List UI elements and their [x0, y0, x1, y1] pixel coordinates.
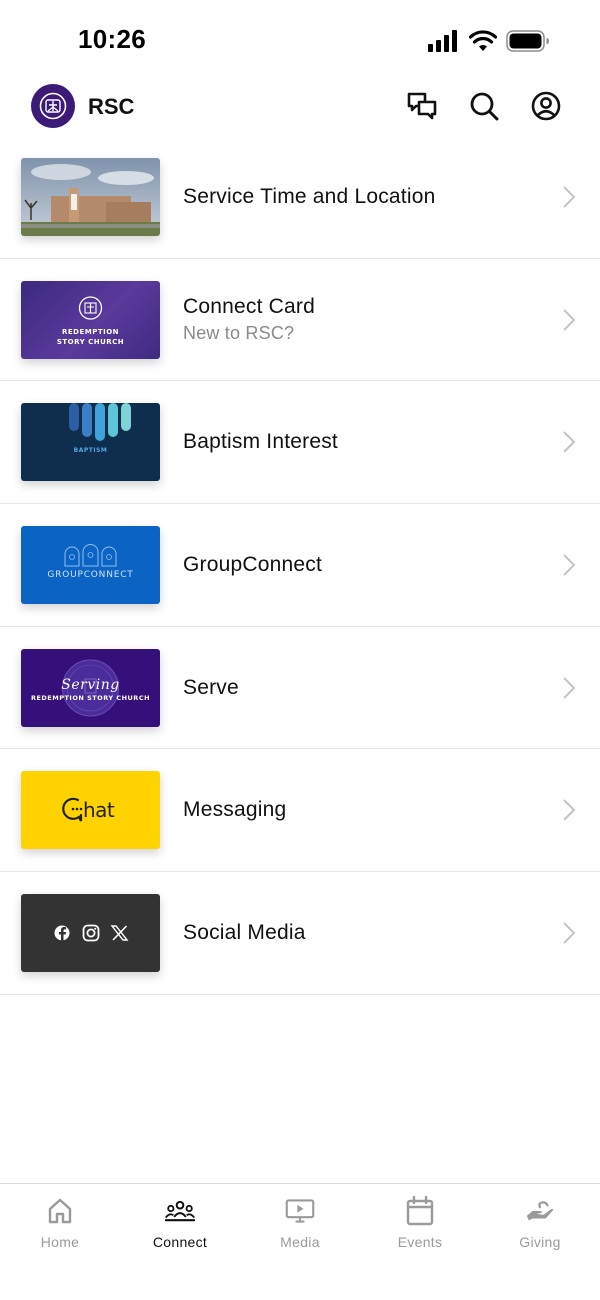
thumbnail-script-text: Serving: [61, 676, 120, 693]
tab-label: Giving: [519, 1234, 561, 1250]
facebook-icon: [54, 925, 70, 941]
list-item-text: GroupConnect: [183, 504, 322, 626]
wifi-icon: [469, 30, 497, 51]
list-item-title: Service Time and Location: [183, 184, 436, 208]
list-item-text: Connect Card New to RSC?: [183, 259, 315, 381]
chevron-right-icon: [563, 922, 576, 944]
list-item-text: Messaging: [183, 749, 286, 871]
list-item-title: GroupConnect: [183, 552, 322, 576]
list-item-title: Baptism Interest: [183, 430, 338, 454]
list-item-text: Serve: [183, 627, 239, 749]
monitor-play-icon: [285, 1196, 315, 1226]
list-item-social-media[interactable]: Social Media: [0, 872, 600, 995]
thumbnail-text: GROUPCONNECT: [47, 570, 134, 581]
list-item-messaging[interactable]: hat Messaging: [0, 749, 600, 873]
header-actions: [406, 90, 562, 122]
baptism-thumbnail: BAPTISM: [21, 403, 160, 482]
thumbnail-text: REDEMPTION STORY CHURCH: [56, 327, 125, 346]
tab-bar: Home Connect Media Events Giving: [0, 1183, 600, 1300]
tab-events[interactable]: Events: [360, 1184, 480, 1300]
app-header: RSC: [0, 80, 600, 136]
list-item-baptism-interest[interactable]: BAPTISM Baptism Interest: [0, 381, 600, 505]
list-item-text: Social Media: [183, 872, 306, 994]
list-item-title: Serve: [183, 675, 239, 699]
search-icon: [470, 92, 499, 121]
tab-label: Media: [280, 1234, 320, 1250]
list-item-text: Service Time and Location: [183, 136, 435, 258]
messages-button[interactable]: [406, 90, 438, 122]
list-item-title: Connect Card: [183, 295, 315, 319]
tab-home[interactable]: Home: [0, 1184, 120, 1300]
cellular-signal-icon: [428, 30, 457, 52]
list-item-title: Messaging: [183, 798, 287, 822]
giving-hand-icon: [525, 1196, 555, 1226]
list-item-service-time[interactable]: Service Time and Location: [0, 136, 600, 259]
chat-bubbles-icon: [407, 92, 437, 120]
thumbnail-text: REDEMPTION STORY CHURCH: [30, 693, 151, 702]
chevron-right-icon: [563, 431, 576, 453]
chevron-right-icon: [563, 186, 576, 208]
thumbnail-text: BAPTISM: [73, 447, 108, 455]
tab-label: Events: [397, 1234, 443, 1250]
tab-connect[interactable]: Connect: [120, 1184, 240, 1300]
search-button[interactable]: [468, 90, 500, 122]
chevron-right-icon: [563, 799, 576, 821]
list-item-subtitle: New to RSC?: [183, 323, 295, 344]
instagram-icon: [82, 924, 100, 942]
tab-media[interactable]: Media: [240, 1184, 360, 1300]
list-item-title: Social Media: [183, 920, 306, 944]
social-media-thumbnail: [21, 894, 160, 973]
church-logo-icon[interactable]: [31, 84, 75, 128]
people-group-icon: [165, 1196, 195, 1226]
thumbnail-text: hat: [83, 798, 115, 823]
tab-giving[interactable]: Giving: [480, 1184, 600, 1300]
status-bar: 10:26: [0, 0, 600, 80]
chevron-right-icon: [563, 676, 576, 699]
list-item-connect-card[interactable]: REDEMPTION STORY CHURCH Connect Card New…: [0, 259, 600, 382]
status-icons: [428, 28, 550, 54]
groupconnect-thumbnail: GROUPCONNECT: [21, 526, 160, 605]
chevron-right-icon: [563, 308, 576, 331]
connect-card-thumbnail: REDEMPTION STORY CHURCH: [21, 280, 160, 359]
x-twitter-icon: [110, 925, 129, 941]
serving-thumbnail: Serving REDEMPTION STORY CHURCH: [21, 648, 160, 727]
list-item-groupconnect[interactable]: GROUPCONNECT GroupConnect: [0, 504, 600, 627]
profile-button[interactable]: [530, 90, 562, 122]
list-item-text: Baptism Interest: [183, 381, 338, 503]
house-icon: [45, 1196, 75, 1226]
calendar-icon: [405, 1196, 435, 1226]
status-time: 10:26: [78, 24, 146, 54]
app-title: RSC: [88, 94, 135, 119]
church-building-thumbnail: [21, 158, 160, 236]
tab-label: Connect: [152, 1234, 208, 1250]
list-item-serve[interactable]: Serving REDEMPTION STORY CHURCH Serve: [0, 627, 600, 750]
chat-thumbnail: hat: [21, 771, 160, 850]
tab-label: Home: [40, 1234, 80, 1250]
battery-icon: [506, 30, 549, 52]
user-circle-icon: [531, 91, 561, 121]
chevron-right-icon: [563, 554, 576, 576]
connect-list: Service Time and Location REDEMPTION STO…: [0, 136, 600, 995]
